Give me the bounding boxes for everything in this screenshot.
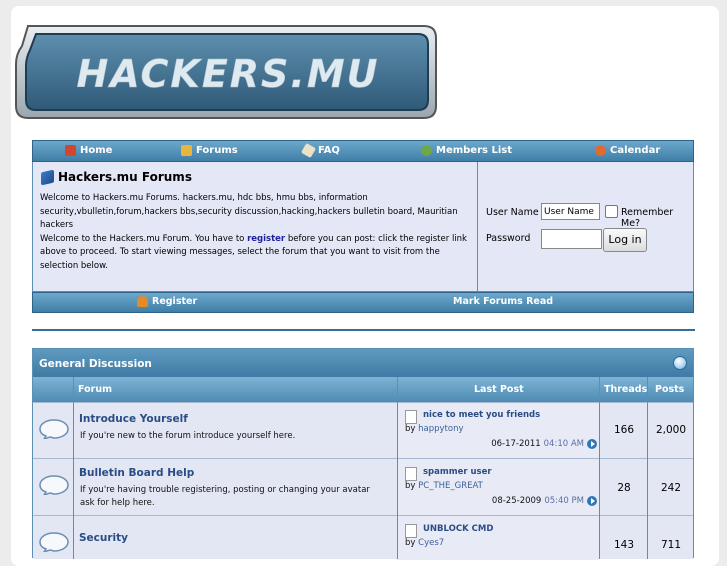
last-post-title[interactable]: UNBLOCK CMD	[423, 524, 493, 534]
home-icon	[65, 145, 76, 156]
forum-title-text: Hackers.mu Forums	[58, 170, 192, 184]
register-link[interactable]: register	[247, 234, 285, 244]
forum-title: Hackers.mu Forums	[41, 169, 192, 185]
divider	[32, 329, 695, 331]
forum-row: Security UNBLOCK CMD by Cyes7 143 711	[33, 515, 693, 560]
column-divider	[397, 377, 398, 559]
document-icon	[405, 467, 417, 481]
column-header-row: Forum Last Post Threads Posts	[33, 377, 693, 402]
nav-forums-label: Forums	[196, 145, 238, 156]
threads-count: 143	[613, 539, 635, 551]
nav-faq-label: FAQ	[318, 145, 340, 156]
last-post-info: UNBLOCK CMD by Cyes7	[405, 524, 599, 560]
welcome-text-pre: Welcome to the Hackers.mu Forum. You hav…	[40, 233, 248, 244]
forums-icon	[181, 145, 192, 156]
remember-me-label: Remember Me?	[621, 207, 674, 229]
register-icon	[137, 296, 148, 307]
last-post-date: 06-17-2011 04:10 AM	[491, 439, 597, 449]
welcome-meta-text: Welcome to Hackers.mu Forums. hackers.mu…	[40, 193, 458, 230]
nav-calendar[interactable]: Calendar	[595, 145, 660, 156]
last-post-title[interactable]: nice to meet you friends	[423, 410, 540, 420]
column-last-post: Last Post	[474, 384, 524, 395]
faq-icon	[300, 142, 317, 159]
last-post-user[interactable]: happytony	[418, 424, 463, 434]
posts-count: 2,000	[655, 424, 687, 436]
forum-title-link[interactable]: Introduce Yourself	[79, 413, 188, 425]
column-divider	[73, 377, 74, 559]
nav-members-label: Members List	[436, 145, 512, 156]
go-to-post-icon[interactable]	[587, 439, 597, 449]
register-button[interactable]: Register	[137, 296, 197, 307]
last-post-date: 08-25-2009 05:40 PM	[492, 496, 597, 506]
last-post-time: 04:10 AM	[543, 439, 584, 449]
column-divider	[647, 377, 648, 559]
nav-members-list[interactable]: Members List	[421, 145, 512, 156]
document-icon	[405, 524, 417, 538]
mark-forums-read-button[interactable]: Mark Forums Read	[453, 296, 553, 307]
nav-home-label: Home	[80, 145, 113, 156]
forum-row: Bulletin Board Help If you're having tro…	[33, 458, 693, 515]
threads-count: 166	[613, 424, 635, 436]
forum-row: Introduce Yourself If you're new to the …	[33, 402, 693, 458]
site-logo[interactable]: HACKERS.MU	[14, 24, 438, 120]
login-form: User Name Remember Me? Password Log in	[481, 162, 695, 291]
password-input[interactable]	[541, 229, 602, 249]
speech-bubble-icon	[39, 475, 69, 495]
column-threads: Threads	[604, 384, 648, 395]
last-post-by-prefix: by	[405, 538, 419, 548]
welcome-description: Welcome to Hackers.mu Forums. hackers.mu…	[40, 192, 476, 273]
document-icon	[405, 410, 417, 424]
members-icon	[421, 145, 432, 156]
last-post-date-text: 08-25-2009	[491, 496, 542, 506]
username-label: User Name	[486, 207, 539, 218]
last-post-by: by PC_THE_GREAT	[405, 481, 483, 491]
welcome-panel: Hackers.mu Forums Welcome to Hackers.mu …	[33, 162, 478, 291]
nav-forums[interactable]: Forums	[181, 145, 238, 156]
posts-count: 711	[660, 539, 682, 551]
forum-title-link[interactable]: Bulletin Board Help	[79, 467, 194, 479]
nav-calendar-label: Calendar	[610, 145, 661, 156]
register-button-label: Register	[152, 296, 198, 307]
password-label: Password	[486, 233, 531, 244]
calendar-icon	[595, 145, 606, 156]
forum-table: General Discussion Forum Last Post Threa…	[32, 348, 694, 560]
posts-count: 242	[660, 482, 682, 494]
collapse-icon[interactable]	[673, 356, 687, 370]
nav-home[interactable]: Home	[65, 145, 112, 156]
forum-description: If you're new to the forum introduce you…	[80, 431, 296, 441]
main-navbar: Home Forums FAQ Members List Calendar	[32, 140, 694, 162]
sub-navbar: Register Mark Forums Read	[32, 292, 694, 313]
last-post-by-prefix: by	[405, 481, 419, 491]
last-post-by: by happytony	[405, 424, 464, 434]
last-post-time: 05:40 PM	[544, 496, 584, 506]
nav-faq[interactable]: FAQ	[300, 142, 340, 159]
category-title[interactable]: General Discussion	[39, 358, 152, 370]
mark-forums-read-label: Mark Forums Read	[453, 296, 554, 307]
login-button[interactable]: Log in	[603, 228, 647, 252]
last-post-info: spammer user by PC_THE_GREAT 08-25-2009 0…	[405, 467, 599, 513]
forum-title-link[interactable]: Security	[79, 532, 128, 544]
remember-me-checkbox[interactable]	[605, 205, 618, 218]
last-post-by: by Cyes7	[405, 538, 444, 548]
column-forum: Forum	[78, 384, 112, 395]
column-divider	[599, 377, 600, 559]
category-header: General Discussion	[33, 349, 693, 377]
last-post-title[interactable]: spammer user	[423, 467, 492, 477]
forum-description: If you're having trouble registering, po…	[80, 485, 370, 508]
last-post-by-prefix: by	[405, 424, 419, 434]
welcome-box: Hackers.mu Forums Welcome to Hackers.mu …	[32, 162, 694, 292]
threads-count: 28	[617, 482, 631, 494]
last-post-info: nice to meet you friends by happytony 06…	[405, 410, 599, 456]
speech-bubble-icon	[39, 419, 69, 439]
logo-text: HACKERS.MU	[76, 52, 379, 96]
username-input[interactable]	[541, 203, 600, 220]
last-post-user[interactable]: Cyes7	[418, 538, 444, 548]
last-post-date-text: 06-17-2011	[491, 439, 541, 449]
go-to-post-icon[interactable]	[587, 496, 597, 506]
speech-bubble-icon	[39, 532, 69, 552]
column-posts: Posts	[655, 384, 685, 395]
forum-book-icon	[41, 169, 54, 185]
last-post-user[interactable]: PC_THE_GREAT	[418, 481, 483, 491]
